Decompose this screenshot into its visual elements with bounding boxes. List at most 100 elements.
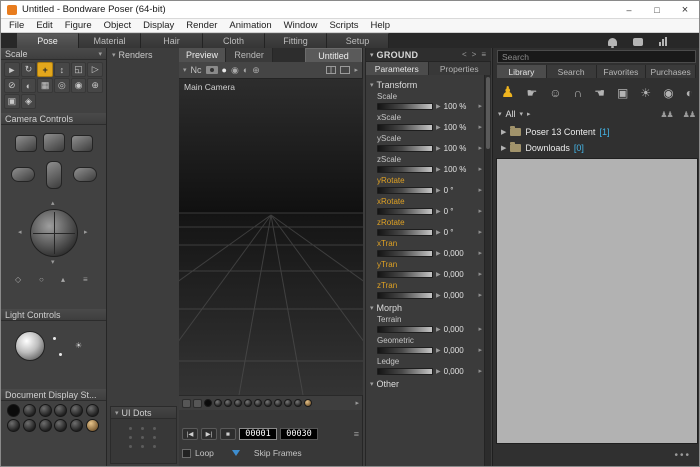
camera-plane-icon[interactable]: ▴ [61, 275, 65, 284]
next-object-icon[interactable]: > [471, 50, 478, 59]
content-pair-icon[interactable]: ♟♟ [683, 110, 695, 119]
style-mini-flat-lined[interactable] [264, 399, 272, 407]
filter-dropdown-icon[interactable]: ▾ [520, 110, 524, 118]
dial-menu-icon[interactable]: ▸ [478, 367, 482, 375]
dial-value[interactable]: 100 % [444, 102, 476, 111]
timeline-marker[interactable] [232, 450, 240, 456]
right-hand-camera-icon[interactable] [73, 167, 97, 182]
library-search-input[interactable] [497, 50, 696, 63]
dial-slider[interactable] [377, 271, 433, 278]
prev-object-icon[interactable]: < [461, 50, 468, 59]
filter-all-label[interactable]: All [506, 109, 516, 119]
display-style-lit-wireframe[interactable] [70, 404, 83, 417]
dial-menu-icon[interactable]: ▸ [478, 207, 482, 215]
dial-value[interactable]: 100 % [444, 123, 476, 132]
light-globe[interactable] [15, 331, 45, 361]
style-mini-smooth-lined[interactable] [294, 399, 302, 407]
tab-fitting[interactable]: Fitting [265, 33, 327, 48]
tracking-fast-icon[interactable]: ◉ [231, 65, 239, 76]
dial-value[interactable]: 0 ° [444, 186, 476, 195]
minimize-button[interactable]: – [615, 1, 643, 18]
scrollbar-thumb[interactable] [486, 77, 490, 149]
menu-render[interactable]: Render [180, 20, 223, 31]
display-style-texture-shaded[interactable] [86, 419, 99, 432]
dial-nudge-icon[interactable]: ▶ [436, 250, 441, 257]
scale-tool[interactable]: ◱ [71, 62, 87, 77]
style-mini-cartoon[interactable] [274, 399, 282, 407]
display-style-smooth-lined[interactable] [54, 419, 67, 432]
dial-menu-icon[interactable]: ▸ [478, 186, 482, 194]
figure-pair-icon[interactable]: ♟♟ [660, 110, 672, 119]
orbit-down-icon[interactable]: ▾ [51, 258, 55, 266]
close-button[interactable]: × [671, 1, 699, 18]
shadow-toggle-icon[interactable] [193, 399, 202, 408]
dial-menu-icon[interactable]: ▸ [478, 144, 482, 152]
menu-scripts[interactable]: Scripts [323, 20, 364, 31]
total-frames-field[interactable]: 00030 [280, 428, 318, 440]
shadow-tool[interactable]: ◈ [21, 94, 37, 109]
light-indicator-icon[interactable] [53, 337, 56, 340]
snapshot-camera-icon[interactable] [206, 66, 218, 74]
right-camera-icon[interactable] [71, 135, 93, 152]
move-view-icon[interactable]: ⊕ [252, 65, 260, 76]
view-magnifier-tool[interactable]: ◎ [54, 78, 70, 93]
dial-slider[interactable] [377, 347, 433, 354]
dial-nudge-icon[interactable]: ▶ [436, 368, 441, 375]
style-mini-lit-wireframe[interactable] [244, 399, 252, 407]
figure-camera-icon[interactable] [46, 161, 62, 189]
document-tab-untitled[interactable]: Untitled [305, 48, 362, 62]
filter-collapse-icon[interactable]: ▾ [498, 110, 502, 118]
ui-dots-grid[interactable] [129, 427, 159, 448]
dial-value[interactable]: 100 % [444, 165, 476, 174]
menu-object[interactable]: Object [98, 20, 137, 31]
tab-material[interactable]: Material [79, 33, 141, 48]
dial-menu-icon[interactable]: ▸ [478, 102, 482, 110]
left-hand-camera-icon[interactable] [11, 167, 35, 182]
stop-button[interactable]: ■ [220, 428, 236, 440]
library-tab-purchases[interactable]: Purchases [646, 65, 696, 78]
pointer-tool[interactable]: ► [4, 62, 20, 77]
display-style-flat-shaded[interactable] [86, 404, 99, 417]
dial-slider[interactable] [377, 229, 433, 236]
category-props-icon[interactable]: ▣ [617, 87, 628, 99]
dial-slider[interactable] [377, 292, 433, 299]
category-hands-icon[interactable]: ☚ [594, 87, 605, 99]
display-style-hidden-line[interactable] [54, 404, 67, 417]
category-cameras-icon[interactable]: ◉ [663, 87, 673, 99]
tracking-box-icon[interactable]: ◐ [243, 65, 248, 75]
dial-menu-icon[interactable]: ▸ [478, 270, 482, 278]
section-collapse-icon[interactable]: ▾ [370, 380, 374, 388]
display-style-flat-lined[interactable] [7, 419, 20, 432]
section-collapse-icon[interactable]: ▾ [370, 81, 374, 89]
category-poses-icon[interactable]: ☛ [527, 87, 538, 99]
renders-label[interactable]: Renders [119, 50, 153, 60]
dial-nudge-icon[interactable]: ▶ [436, 229, 441, 236]
transport-menu-icon[interactable]: ≡ [354, 429, 359, 439]
orbit-left-icon[interactable]: ◂ [18, 228, 22, 236]
toolbar-more-icon[interactable]: ▸ [354, 66, 358, 74]
tab-pose[interactable]: Pose [17, 33, 79, 48]
display-style-shadowed[interactable] [70, 419, 83, 432]
camera-options-icon[interactable]: ≡ [83, 275, 88, 284]
current-frame-field[interactable]: 00001 [239, 428, 277, 440]
tab-preview[interactable]: Preview [179, 48, 226, 62]
style-mini-silhouette[interactable] [204, 399, 212, 407]
dial-nudge-icon[interactable]: ▶ [436, 166, 441, 173]
camera-select-dropdown-icon[interactable]: ▾ [183, 66, 187, 74]
display-style-silhouette[interactable] [7, 404, 20, 417]
dial-value[interactable]: 0,000 [444, 325, 476, 334]
last-frame-button[interactable]: ▶| [201, 428, 217, 440]
orbit-right-icon[interactable]: ▸ [84, 228, 88, 236]
style-mini-smooth-shaded[interactable] [284, 399, 292, 407]
depth-cue-tool[interactable]: ▣ [4, 94, 20, 109]
dial-slider[interactable] [377, 187, 433, 194]
dial-nudge-icon[interactable]: ▶ [436, 347, 441, 354]
menu-file[interactable]: File [3, 20, 30, 31]
head-camera-icon[interactable] [43, 133, 65, 152]
dial-slider[interactable] [377, 166, 433, 173]
dial-menu-icon[interactable]: ▸ [478, 325, 482, 333]
library-content-area[interactable] [496, 158, 698, 444]
library-tab-search[interactable]: Search [547, 65, 597, 78]
translate-pull-tool[interactable]: + [37, 62, 53, 77]
style-mini-texture-shaded[interactable] [304, 399, 312, 407]
